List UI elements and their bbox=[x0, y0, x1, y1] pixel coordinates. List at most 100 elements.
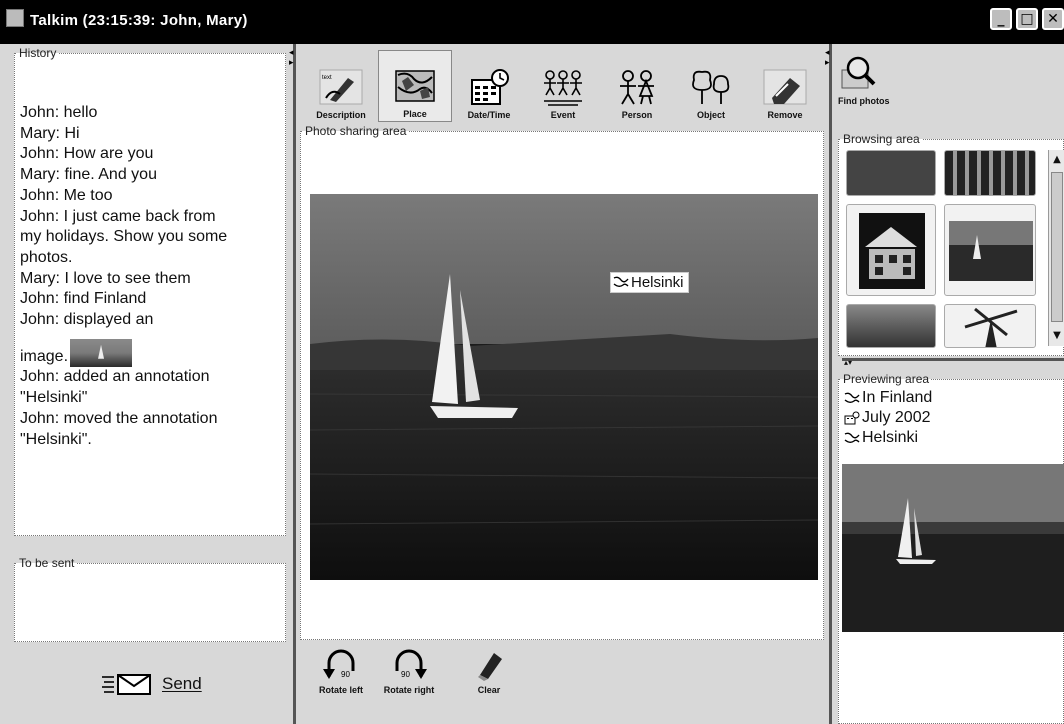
message-input[interactable] bbox=[15, 570, 285, 632]
calendar-icon bbox=[844, 411, 860, 425]
sailboat-photo-image bbox=[310, 194, 818, 580]
minimize-button[interactable]: _ bbox=[990, 8, 1012, 30]
history-line: John: added an annotation bbox=[20, 368, 210, 386]
person-tool-button[interactable]: Person bbox=[600, 50, 674, 122]
history-line: Mary: fine. And you bbox=[20, 166, 157, 184]
find-photos-label: Find photos bbox=[838, 96, 890, 106]
browsing-legend: Browsing area bbox=[843, 132, 920, 146]
maximize-button[interactable]: □ bbox=[1016, 8, 1038, 30]
description-tool-button[interactable]: text Description bbox=[304, 50, 378, 122]
history-image-thumbnail[interactable] bbox=[70, 338, 133, 367]
preview-photo bbox=[842, 464, 1064, 632]
history-line: John: How are you bbox=[20, 145, 154, 163]
event-tool-button[interactable]: Event bbox=[526, 50, 600, 122]
history-line: image. bbox=[20, 347, 69, 365]
history-line: John: I just came back from bbox=[20, 207, 216, 225]
browsing-scrollbar[interactable]: ▲ ▼ bbox=[1048, 150, 1064, 346]
preview-place-text: In Finland bbox=[862, 389, 933, 406]
right-vertical-splitter[interactable] bbox=[842, 358, 1064, 361]
history-legend: History bbox=[19, 46, 57, 60]
clear-button[interactable]: Clear bbox=[452, 647, 526, 695]
browse-thumbnail[interactable] bbox=[846, 204, 936, 296]
rotate-right-label: Rotate right bbox=[383, 685, 435, 695]
rotate-left-icon: 90 bbox=[323, 649, 355, 679]
send-label: Send bbox=[162, 674, 202, 693]
house-photo-image bbox=[859, 213, 925, 289]
scroll-up-icon[interactable]: ▲ bbox=[1049, 152, 1064, 168]
remove-tool-button[interactable]: Remove bbox=[748, 50, 822, 122]
browse-thumbnail[interactable] bbox=[944, 304, 1036, 348]
history-log: John: hello Mary: Hi John: How are you M… bbox=[20, 103, 282, 450]
history-line: "Helsinki" bbox=[20, 389, 88, 407]
remove-tool-label: Remove bbox=[767, 110, 803, 120]
scrollbar-thumb[interactable] bbox=[1051, 172, 1063, 322]
place-icon bbox=[844, 392, 860, 403]
browse-thumbnail[interactable] bbox=[944, 150, 1036, 196]
right-splitter[interactable] bbox=[829, 44, 832, 724]
remove-icon bbox=[763, 69, 807, 105]
right-splitter-arrows[interactable]: ◂ ▸ bbox=[825, 48, 831, 68]
history-line: John: moved the annotation bbox=[20, 409, 218, 427]
history-line: Mary: I love to see them bbox=[20, 269, 191, 287]
history-line: John: find Finland bbox=[20, 290, 147, 308]
send-button[interactable]: Send bbox=[100, 672, 202, 696]
place-tool-button[interactable]: Place bbox=[378, 50, 452, 122]
rotate-left-button[interactable]: 90 Rotate left bbox=[304, 647, 378, 695]
datetime-tool-button[interactable]: Date/Time bbox=[452, 50, 526, 122]
to-be-sent-panel: To be sent bbox=[14, 556, 286, 642]
left-splitter[interactable] bbox=[293, 44, 296, 724]
magnifier-icon bbox=[841, 56, 876, 89]
rotate-left-label: Rotate left bbox=[318, 685, 363, 695]
right-splitter-grip[interactable]: ▴▾ bbox=[844, 358, 852, 367]
description-tool-label: Description bbox=[316, 110, 366, 120]
left-splitter-arrows[interactable]: ◂ ▸ bbox=[289, 48, 295, 68]
windmill-photo-image bbox=[964, 307, 1018, 347]
place-icon bbox=[613, 276, 629, 287]
person-tool-label: Person bbox=[621, 110, 653, 120]
datetime-tool-label: Date/Time bbox=[467, 110, 511, 120]
description-icon: text bbox=[319, 69, 363, 105]
history-line: my holidays. Show you some bbox=[20, 228, 228, 246]
object-tool-button[interactable]: Object bbox=[674, 50, 748, 122]
find-photos-button[interactable]: Find photos bbox=[838, 54, 902, 106]
annotation-text: Helsinki bbox=[631, 274, 684, 291]
sailboat-preview-image bbox=[842, 464, 1064, 632]
annotation-toolbar: text Description Place Date/Time Event P… bbox=[304, 50, 824, 122]
object-tool-label: Object bbox=[696, 110, 725, 120]
clear-label: Clear bbox=[477, 685, 501, 695]
app-icon bbox=[6, 9, 24, 27]
rotate-right-icon: 90 bbox=[395, 649, 427, 679]
preview-date-text: July 2002 bbox=[862, 409, 931, 426]
window-title: Talkim (23:15:39: John, Mary) bbox=[30, 12, 248, 29]
browse-thumbnail[interactable] bbox=[944, 204, 1036, 296]
history-line: John: Me too bbox=[20, 186, 113, 204]
event-icon bbox=[544, 70, 582, 106]
rotate-right-button[interactable]: 90 Rotate right bbox=[372, 647, 446, 695]
svg-text:90: 90 bbox=[341, 670, 350, 679]
close-button[interactable]: ✕ bbox=[1042, 8, 1064, 30]
eraser-icon bbox=[478, 653, 502, 681]
preview-date-row: July 2002 bbox=[844, 408, 932, 428]
svg-text:90: 90 bbox=[401, 670, 410, 679]
place-icon bbox=[844, 432, 860, 443]
preview-annotation-text: Helsinki bbox=[862, 429, 919, 446]
shared-photo[interactable] bbox=[310, 194, 818, 580]
preview-place-row: In Finland bbox=[844, 388, 932, 408]
send-envelope-icon bbox=[102, 674, 151, 695]
photo-annotation-helsinki[interactable]: Helsinki bbox=[610, 272, 689, 293]
history-line: John: displayed an bbox=[20, 311, 154, 329]
history-line: Mary: Hi bbox=[20, 124, 80, 142]
previewing-legend: Previewing area bbox=[843, 372, 930, 386]
place-tool-label: Place bbox=[403, 109, 427, 119]
svg-text:text: text bbox=[322, 75, 332, 81]
title-bar: Talkim (23:15:39: John, Mary) _ □ ✕ bbox=[0, 0, 1064, 44]
sea-photo-image bbox=[949, 221, 1033, 281]
photo-sharing-legend: Photo sharing area bbox=[305, 124, 407, 138]
place-icon bbox=[395, 70, 435, 102]
scroll-down-icon[interactable]: ▼ bbox=[1049, 328, 1064, 344]
browse-thumbnail[interactable] bbox=[846, 150, 936, 196]
to-be-sent-legend: To be sent bbox=[19, 556, 75, 570]
event-tool-label: Event bbox=[550, 110, 576, 120]
browse-thumbnail[interactable] bbox=[846, 304, 936, 348]
person-icon bbox=[620, 70, 654, 105]
